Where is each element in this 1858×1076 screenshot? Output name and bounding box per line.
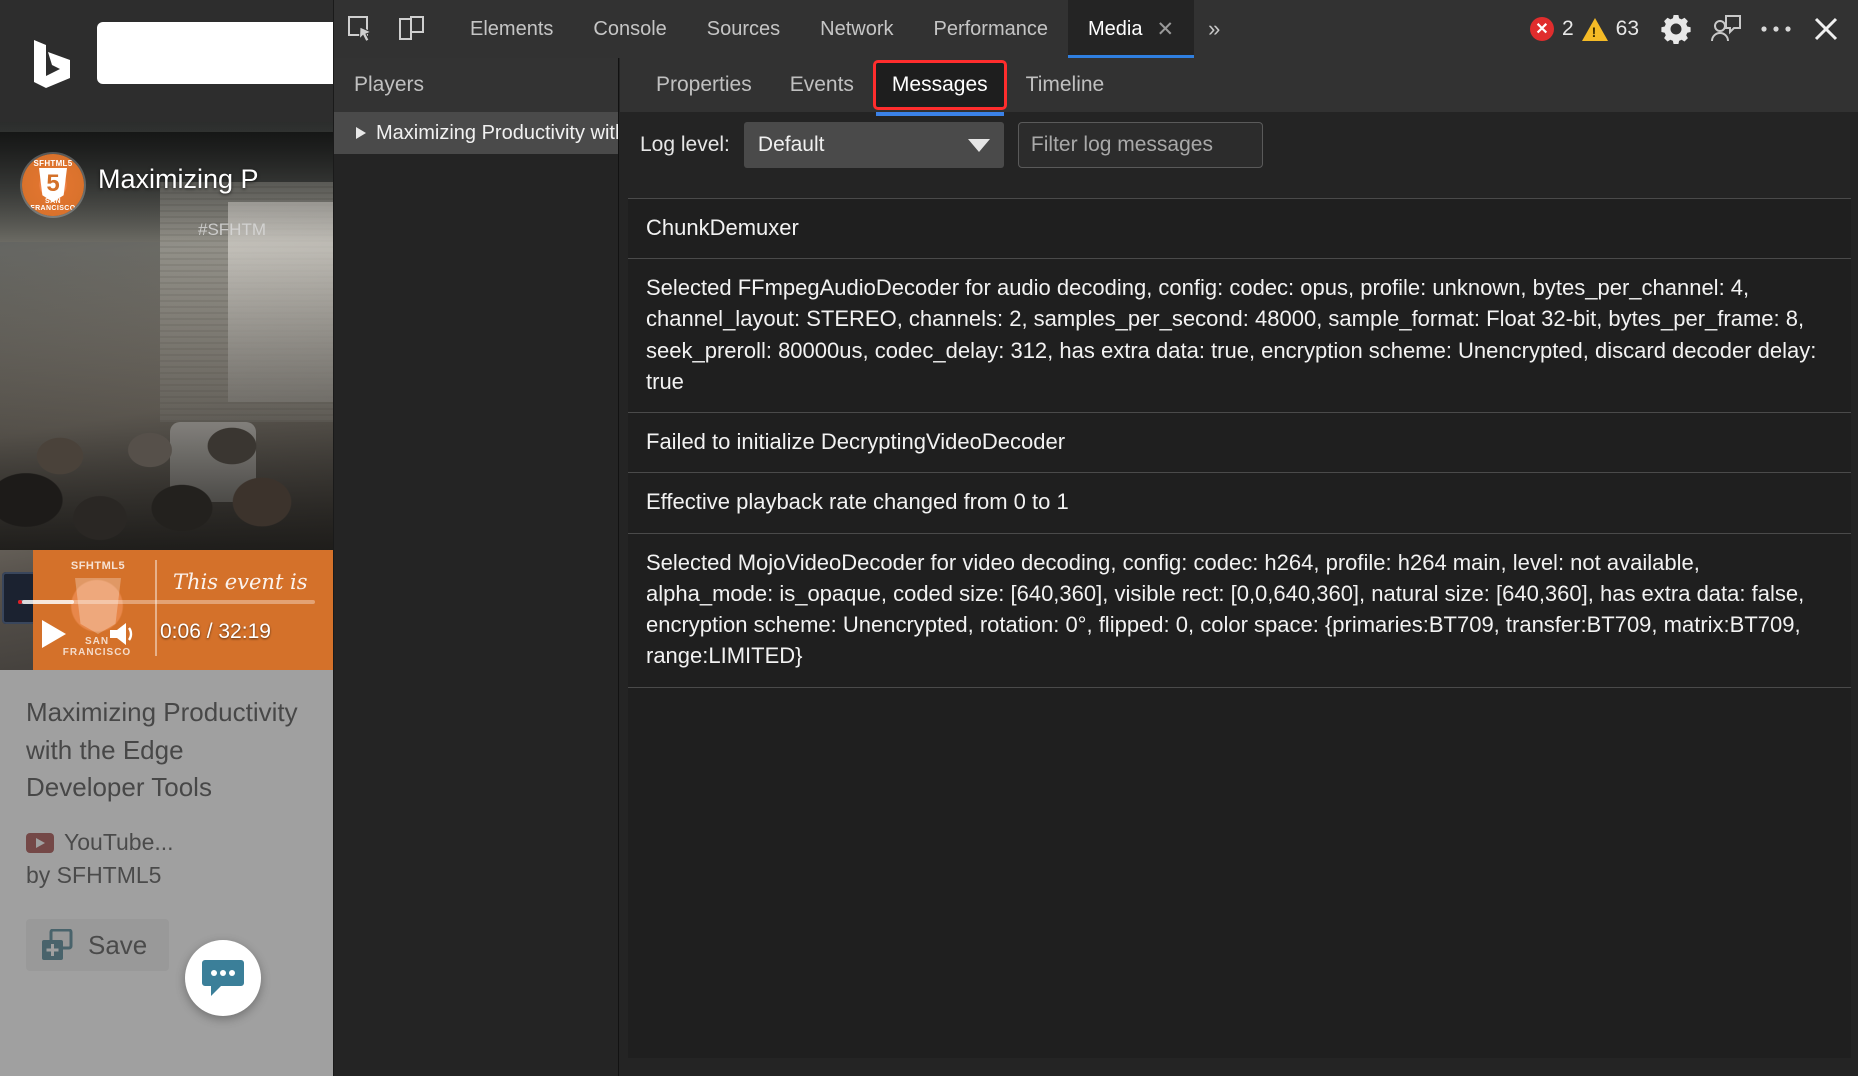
message-row: Failed to initialize DecryptingVideoDeco… bbox=[628, 413, 1851, 474]
more-tabs-button[interactable]: » bbox=[1194, 0, 1234, 58]
tab-messages[interactable]: Messages bbox=[872, 60, 1007, 116]
avatar: SFHTML5 5 SAN FRANCISCO bbox=[22, 154, 84, 216]
chevron-down-icon bbox=[967, 138, 990, 152]
save-button[interactable]: Save bbox=[26, 919, 170, 972]
video-info-panel: Maximizing Productivity with the Edge De… bbox=[0, 670, 333, 1076]
video-source-row: YouTube... bbox=[26, 829, 307, 856]
tab-performance-label: Performance bbox=[933, 17, 1049, 40]
bing-logo bbox=[34, 40, 70, 88]
log-level-select[interactable]: Default bbox=[743, 122, 1004, 168]
progress-bar[interactable] bbox=[18, 600, 315, 604]
tab-elements-label: Elements bbox=[470, 17, 554, 40]
tab-properties-label: Properties bbox=[656, 73, 752, 96]
devtools-panel: Elements Console Sources Network Perform… bbox=[333, 0, 1858, 1076]
time-display: 0:06 / 32:19 bbox=[160, 620, 271, 643]
tab-media-close-icon[interactable]: ✕ bbox=[1156, 19, 1174, 40]
devtools-toolbar: Elements Console Sources Network Perform… bbox=[334, 0, 1858, 58]
video-hashtag: #SFHTM bbox=[198, 220, 266, 239]
player-list-item[interactable]: Maximizing Productivity with the Edge De… bbox=[334, 112, 618, 154]
tab-timeline-label: Timeline bbox=[1025, 73, 1105, 96]
gear-icon[interactable] bbox=[1653, 7, 1699, 51]
media-panel: Properties Events Messages Timeline Log … bbox=[620, 58, 1858, 1076]
tab-messages-label: Messages bbox=[891, 73, 988, 96]
message-row: ChunkDemuxer bbox=[628, 199, 1851, 260]
tab-sources[interactable]: Sources bbox=[687, 0, 800, 58]
tab-sources-label: Sources bbox=[706, 17, 781, 40]
inspect-element-icon[interactable] bbox=[338, 9, 384, 49]
media-subtabs: Properties Events Messages Timeline bbox=[620, 58, 1858, 116]
video-source-text: YouTube... bbox=[64, 829, 174, 856]
tab-media-label: Media bbox=[1088, 17, 1143, 40]
tab-console-label: Console bbox=[593, 17, 667, 40]
banner-tag: SFHTML5 bbox=[70, 560, 126, 572]
message-row: Effective playback rate changed from 0 t… bbox=[628, 473, 1851, 534]
toolbar-right-group: ✕ 2 63 bbox=[1529, 0, 1849, 58]
tab-media[interactable]: Media ✕ bbox=[1068, 0, 1195, 58]
screenshot-root: G SFHTML5 SAN FRANCISCO This event is SF… bbox=[0, 0, 1858, 1076]
video-controls: 0:06 / 32:19 bbox=[0, 588, 333, 670]
feedback-person-icon[interactable] bbox=[1703, 7, 1749, 51]
tab-network-label: Network bbox=[820, 17, 894, 40]
log-level-value: Default bbox=[757, 133, 825, 156]
search-input[interactable] bbox=[97, 22, 333, 84]
players-header: Players bbox=[334, 58, 618, 112]
tab-events[interactable]: Events bbox=[774, 63, 870, 107]
error-icon: ✕ bbox=[1529, 17, 1554, 41]
player-list-item-label: Maximizing Productivity with the Edge De… bbox=[376, 121, 618, 144]
video-title-overlay: SFHTML5 5 SAN FRANCISCO Maximizing P #SF… bbox=[0, 132, 333, 242]
players-sidebar: Players Maximizing Productivity with the… bbox=[334, 58, 619, 1076]
page-title: Maximizing Productivity with the Edge De… bbox=[26, 697, 298, 803]
tab-network[interactable]: Network bbox=[800, 0, 913, 58]
filter-log-messages-input[interactable] bbox=[1017, 122, 1263, 168]
video-byline: by SFHTML5 bbox=[26, 862, 162, 889]
video-player[interactable]: G SFHTML5 SAN FRANCISCO This event is SF… bbox=[0, 122, 333, 670]
error-count: 2 bbox=[1561, 17, 1574, 40]
video-overlay-title: Maximizing P bbox=[98, 164, 259, 194]
tab-events-label: Events bbox=[789, 73, 854, 96]
message-list[interactable]: ChunkDemuxer Selected FFmpegAudioDecoder… bbox=[628, 198, 1851, 1058]
tab-properties[interactable]: Properties bbox=[640, 63, 768, 107]
chat-bubble-button[interactable] bbox=[185, 940, 261, 1016]
tab-console[interactable]: Console bbox=[573, 0, 686, 58]
message-row: Selected FFmpegAudioDecoder for audio de… bbox=[628, 259, 1851, 414]
more-options-icon[interactable] bbox=[1753, 7, 1799, 51]
youtube-icon bbox=[26, 832, 54, 853]
bing-header bbox=[0, 0, 333, 122]
filter-toolbar: Log level: Default bbox=[620, 112, 1858, 178]
issue-counts[interactable]: ✕ 2 63 bbox=[1529, 17, 1639, 41]
expand-triangle-icon[interactable] bbox=[356, 127, 366, 139]
warning-count: 63 bbox=[1615, 17, 1639, 40]
avatar-tag: SFHTML5 bbox=[33, 159, 73, 168]
avatar-sf-text: SAN FRANCISCO bbox=[30, 198, 76, 212]
bing-page: G SFHTML5 SAN FRANCISCO This event is SF… bbox=[0, 0, 333, 1076]
close-icon[interactable] bbox=[1803, 7, 1849, 51]
volume-icon[interactable] bbox=[108, 620, 142, 648]
message-row: Selected MojoVideoDecoder for video deco… bbox=[628, 534, 1851, 688]
video-audience bbox=[0, 250, 333, 550]
tab-elements[interactable]: Elements bbox=[450, 0, 573, 58]
devtools-main-tabs: Elements Console Sources Network Perform… bbox=[450, 0, 1234, 58]
log-level-label: Log level: bbox=[640, 133, 730, 156]
tab-performance[interactable]: Performance bbox=[914, 0, 1069, 58]
progress-buffer bbox=[22, 600, 74, 604]
play-button[interactable] bbox=[42, 620, 66, 648]
progress-played bbox=[18, 600, 22, 604]
avatar-five: 5 bbox=[46, 170, 60, 197]
device-toolbar-icon[interactable] bbox=[388, 9, 434, 49]
save-button-label: Save bbox=[88, 929, 148, 960]
tab-timeline[interactable]: Timeline bbox=[1010, 63, 1121, 107]
chat-bubble-icon bbox=[202, 960, 244, 996]
warning-icon bbox=[1581, 17, 1608, 41]
save-icon bbox=[42, 929, 73, 961]
